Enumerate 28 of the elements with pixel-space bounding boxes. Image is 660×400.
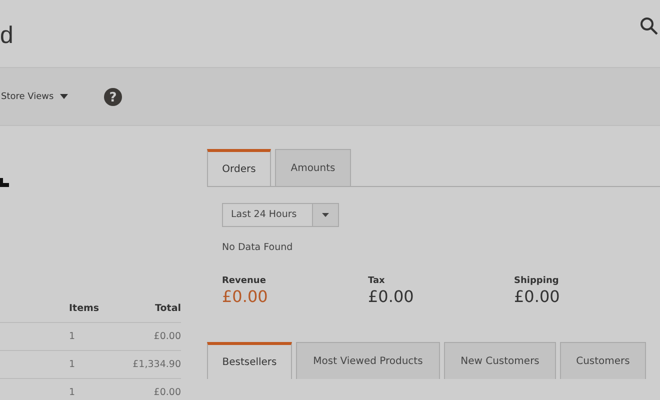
help-icon[interactable]: ? (104, 88, 122, 106)
table-cell-text: £0.00 (152, 331, 181, 342)
total-value: £0.00 (222, 287, 269, 306)
table-cell-text: £1,334.90 (132, 359, 181, 370)
tab[interactable]: Amounts (275, 149, 351, 186)
total-label: Revenue (222, 276, 267, 286)
table-cell-text: 1 (69, 331, 76, 342)
store-view-switcher[interactable]: Store Views (0, 92, 68, 102)
total-value: £0.00 (368, 287, 415, 306)
table-cell-text: 1 (69, 359, 76, 370)
tab[interactable]: Orders (207, 149, 271, 186)
column-header: Items (69, 302, 100, 314)
column-header: Total (154, 302, 181, 314)
table-cell-text: £0.00 (152, 387, 181, 398)
page-title: d (0, 22, 14, 50)
tab[interactable]: Most Viewed Products (296, 342, 440, 379)
caret-icon (322, 213, 329, 217)
empty-message: No Data Found (222, 242, 294, 253)
period-dropdown[interactable]: Last 24 Hours (222, 203, 339, 227)
tab[interactable]: Bestsellers (207, 342, 292, 379)
total-label: Tax (368, 276, 386, 286)
table-cell-text: 1 (69, 387, 76, 398)
search-icon[interactable] (640, 16, 658, 34)
total-label: Shipping (514, 276, 560, 286)
caret-icon (60, 94, 68, 99)
total-value: £0.00 (514, 287, 561, 306)
tab[interactable]: Customers (560, 342, 646, 379)
tab[interactable]: New Customers (444, 342, 556, 379)
